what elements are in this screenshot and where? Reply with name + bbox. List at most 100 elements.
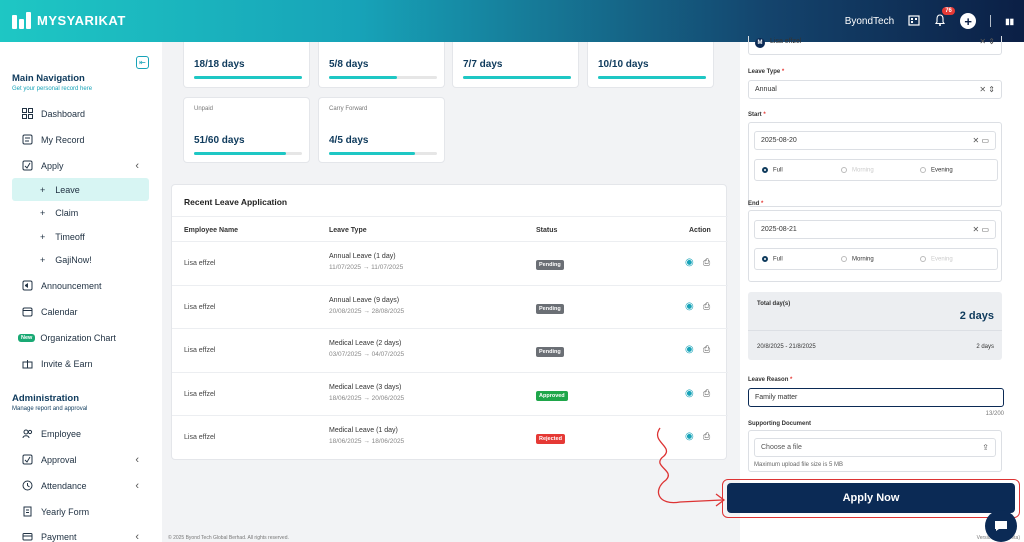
employee-name-cell: Lisa effzel — [184, 303, 216, 311]
footer-copyright: © 2025 Byond Tech Global Berhad. All rig… — [168, 535, 289, 541]
sidebar-item-announcement[interactable]: Announcement — [12, 274, 149, 297]
main-nav-subtitle: Get your personal record here — [12, 86, 93, 92]
sidebar-item-calendar[interactable]: Calendar — [12, 300, 149, 323]
balance-card: 10/10 days — [587, 42, 714, 88]
employee-name-cell: Lisa effzel — [184, 390, 216, 398]
start-label: Start * — [748, 112, 766, 118]
chat-icon[interactable] — [985, 510, 1017, 542]
megaphone-icon — [22, 280, 33, 291]
balance-card: 18/18 days — [183, 42, 310, 88]
notification-bell-icon[interactable]: 76 — [934, 6, 955, 29]
balance-progress — [194, 152, 302, 155]
start-date-input[interactable]: 2025-08-20 ✕ ▭ — [754, 131, 996, 150]
sidebar-item-label: Approval — [41, 454, 77, 465]
sidebar-item-dashboard[interactable]: Dashboard — [12, 102, 149, 125]
collapse-sidebar-icon[interactable]: ⇤ — [136, 56, 149, 69]
sidebar-item-approval[interactable]: Approval ‹ — [12, 448, 149, 471]
print-icon[interactable]: ⎙ — [703, 388, 710, 399]
view-eye-icon[interactable]: ◉ — [685, 257, 694, 268]
view-eye-icon[interactable]: ◉ — [685, 301, 694, 312]
plus-icon: + — [40, 207, 46, 218]
reason-char-count: 13/200 — [985, 411, 1004, 417]
apply-now-button[interactable]: Apply Now — [727, 483, 1015, 513]
dashboard-icon — [22, 108, 33, 119]
apply-leave-form: M Lisa effzel ✕ ⇕ Leave Type * Annual ✕ ⇕… — [740, 36, 1024, 542]
sidebar-item-label: Yearly Form — [41, 506, 90, 517]
sidebar-item-apply[interactable]: Apply ‹ — [12, 154, 149, 177]
admin-title: Administration — [12, 393, 80, 404]
print-icon[interactable]: ⎙ — [703, 257, 710, 268]
form-icon — [22, 506, 33, 517]
balance-value: 51/60 days — [194, 135, 245, 146]
employee-select[interactable]: M Lisa effzel ✕ ⇕ — [748, 36, 1002, 55]
sidebar-item-org-chart[interactable]: New Organization Chart — [12, 326, 149, 349]
main-nav-title: Main Navigation — [12, 73, 85, 84]
sidebar-item-timeoff[interactable]: + Timeoff — [12, 225, 149, 248]
balance-value: 7/7 days — [463, 59, 503, 70]
plus-icon: + — [40, 184, 46, 195]
clear-calendar-icon[interactable]: ✕ ▭ — [973, 225, 989, 234]
gift-icon — [22, 358, 33, 369]
balance-progress-fill — [329, 152, 416, 155]
balance-progress — [329, 152, 437, 155]
employee-name-cell: Lisa effzel — [184, 434, 216, 441]
end-date-input[interactable]: 2025-08-21 ✕ ▭ — [754, 220, 996, 239]
company-name[interactable]: ByondTech — [845, 16, 894, 27]
app-logo[interactable]: MYSYARIKAT — [12, 12, 126, 29]
reason-value: Family matter — [755, 394, 798, 401]
sidebar-item-label: GajiNow! — [55, 254, 92, 265]
sidebar-item-yearly-form[interactable]: Yearly Form — [12, 500, 149, 523]
sidebar-item-label: Organization Chart — [40, 332, 116, 343]
sidebar-item-label: Apply — [41, 160, 64, 171]
end-full-option[interactable]: Full — [762, 255, 783, 262]
sidebar-item-label: Dashboard — [41, 108, 86, 119]
print-icon[interactable]: ⎙ — [703, 301, 710, 312]
column-header-name: Employee Name — [184, 227, 239, 234]
leave-type-text: Annual Leave (1 day) — [329, 253, 396, 260]
sidebar-item-my-record[interactable]: My Record — [12, 128, 149, 151]
employee-icon — [22, 428, 33, 439]
upload-icon[interactable]: ⇪ — [982, 443, 989, 452]
sidebar-item-gajinow[interactable]: + GajiNow! — [12, 248, 149, 271]
reason-label: Leave Reason * — [748, 377, 793, 383]
table-row: Lisa effzel Annual Leave (9 days) 20/08/… — [172, 284, 728, 329]
balance-progress — [598, 76, 706, 79]
status-badge: Rejected — [536, 434, 565, 444]
balance-progress — [194, 76, 302, 79]
record-icon — [22, 134, 33, 145]
view-eye-icon[interactable]: ◉ — [685, 388, 694, 399]
start-evening-option[interactable]: Evening — [920, 166, 953, 173]
leave-type-select[interactable]: Annual ✕ ⇕ — [748, 80, 1002, 99]
add-icon[interactable]: + — [960, 13, 977, 29]
sidebar-item-label: Announcement — [41, 280, 102, 291]
reason-input[interactable]: Family matter — [748, 388, 1004, 407]
total-value: 2 days — [959, 310, 994, 322]
clear-calendar-icon[interactable]: ✕ ▭ — [973, 136, 989, 145]
end-morning-option[interactable]: Morning — [841, 255, 874, 262]
clear-and-chevron-icon[interactable]: ✕ ⇕ — [979, 37, 995, 46]
sidebar-item-leave[interactable]: + Leave — [12, 178, 149, 201]
sidebar-item-attendance[interactable]: Attendance ‹ — [12, 474, 149, 497]
leave-dates-text: 11/07/2025 → 11/07/2025 — [329, 264, 404, 271]
new-badge: New — [18, 333, 36, 342]
total-label: Total day(s) — [757, 301, 791, 307]
sidebar-item-invite-earn[interactable]: Invite & Earn — [12, 352, 149, 375]
balance-progress — [329, 76, 437, 79]
chevron-icon: ‹ — [135, 159, 139, 172]
sidebar-item-payment[interactable]: Payment ‹ — [12, 525, 149, 542]
clear-and-chevron-icon[interactable]: ✕ ⇕ — [979, 85, 995, 94]
start-full-option[interactable]: Full — [762, 166, 783, 173]
end-evening-option[interactable]: Evening — [920, 255, 953, 262]
print-icon[interactable]: ⎙ — [703, 344, 710, 355]
admin-subtitle: Manage report and approval — [12, 406, 88, 412]
user-menu-icon[interactable]: ▮▮ — [1005, 17, 1014, 26]
file-input[interactable]: Choose a file ⇪ — [754, 438, 996, 457]
sidebar-item-claim[interactable]: + Claim — [12, 201, 149, 224]
view-eye-icon[interactable]: ◉ — [685, 344, 694, 355]
leave-dates-text: 03/07/2025 → 04/07/2025 — [329, 351, 405, 358]
table-row: Lisa effzel Medical Leave (2 days) 03/07… — [172, 328, 728, 372]
start-morning-option[interactable]: Morning — [841, 166, 874, 173]
date-range: 20/8/2025 - 21/8/2025 — [757, 344, 816, 350]
org-switch-icon[interactable] — [908, 14, 920, 29]
sidebar-item-employee[interactable]: Employee — [12, 422, 149, 445]
